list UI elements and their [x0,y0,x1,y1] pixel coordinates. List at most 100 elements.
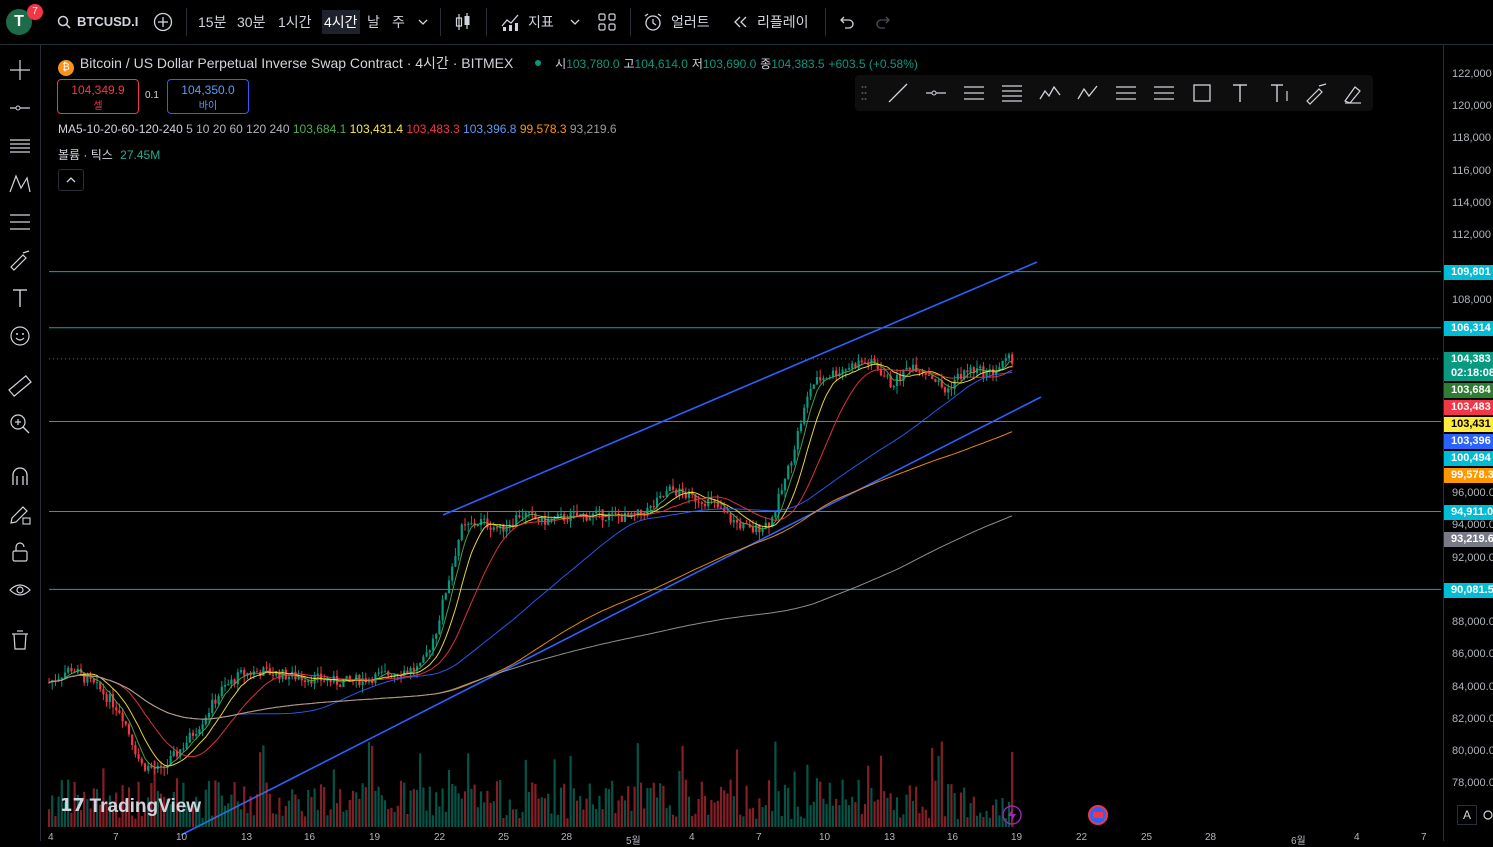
ma-legend[interactable]: MA5-10-20-60-120-240 5 10 20 60 120 240 … [58,122,617,136]
candle-body [793,449,796,463]
parallel-lines-icon[interactable] [7,133,33,159]
text-size-icon[interactable] [1268,81,1292,105]
fib-retracement-icon[interactable] [1000,81,1024,105]
fib-icon[interactable] [7,209,33,235]
replay-icon[interactable] [732,15,748,29]
indicators-icon[interactable] [501,12,521,32]
magnet-icon[interactable] [7,463,33,489]
volume-bar [591,804,595,827]
interval-week[interactable]: 주 [392,10,405,34]
collapse-legend-button[interactable] [58,169,84,191]
tradingview-watermark[interactable]: 17 TradingView [60,795,201,819]
chevron-down-icon[interactable] [418,18,428,26]
volume-bar [899,817,902,827]
trash-icon[interactable] [7,627,33,653]
indicators-button[interactable]: 지표 [528,10,554,34]
interval-1h[interactable]: 1시간 [278,10,312,34]
volume-bar [598,795,601,827]
separator [486,8,487,36]
volume-bar [799,816,803,827]
lock-icon[interactable] [7,539,33,565]
volume-bar [483,802,486,827]
volume-bar [595,808,598,827]
channel-icon[interactable] [1114,81,1138,105]
chevron-down-icon[interactable] [570,18,580,26]
rectangle-icon[interactable] [1190,81,1214,105]
highlighter-icon[interactable] [1341,81,1365,105]
parallel-channel-icon[interactable] [962,81,986,105]
alert-clock-icon[interactable] [643,12,663,32]
symbol-title: Bitcoin / US Dollar Perpetual Inverse Sw… [79,55,514,71]
volume-bar [367,742,371,827]
candle-body [678,488,681,496]
undo-icon[interactable] [838,14,854,30]
candle-body [441,599,444,621]
eye-icon[interactable] [7,577,33,603]
interval-15m[interactable]: 15분 [198,10,226,34]
text-icon[interactable] [7,285,33,311]
search-icon[interactable] [57,15,71,29]
us-flag-event-icon[interactable] [1088,805,1108,825]
volume-bar [524,759,527,827]
auto-scale-button[interactable]: A [1457,805,1477,825]
candle-body [495,527,499,529]
volume-bar [931,747,934,827]
volume-bar [636,743,639,827]
abc-pattern-icon[interactable] [1076,81,1100,105]
interval-day[interactable]: 날 [367,10,380,34]
volume-bar [959,792,963,827]
candle-body [815,377,819,385]
volume-bar [735,749,739,827]
alert-button[interactable]: 얼러트 [671,10,710,34]
drag-handle-icon[interactable] [861,85,867,101]
candle-body [60,677,63,680]
add-symbol-icon[interactable] [153,12,173,32]
candle-body [524,512,527,517]
settings-icon[interactable] [1478,806,1493,824]
emoji-icon[interactable] [7,323,33,349]
crosshair-icon[interactable] [7,57,33,83]
pencil-lock-icon[interactable] [7,501,33,527]
price-chart[interactable] [41,45,1441,841]
redo-icon[interactable] [876,14,892,30]
price-axis[interactable]: 122,000 120,000 118,000 116,000 114,000 112,0… [1443,45,1493,841]
candle-body [223,684,227,687]
candle-type-icon[interactable] [454,12,472,32]
volume-bar [249,796,252,827]
interval-4h[interactable]: 4시간 [322,10,360,34]
pattern-icon[interactable] [7,171,33,197]
position-icon[interactable] [1152,81,1176,105]
volume-bar [540,797,543,827]
lightning-event-icon[interactable] [1002,805,1022,825]
volume-legend[interactable]: 볼륨 · 틱스 27.45M [58,146,160,163]
candle-body [172,751,175,756]
sell-button[interactable]: 104,349.9 셀 [57,79,139,114]
time-axis-label: 25 [498,832,510,843]
ohlc-open-label: 시 [555,57,567,71]
price-axis-tag: 106,314 [1444,321,1493,336]
time-axis[interactable]: 4 7 10 13 16 19 22 25 28 5월 4 7 10 13 16 19 22 25 28 6월 4 7 [41,832,1443,847]
brush-icon[interactable] [7,247,33,273]
candle-body [931,375,934,379]
layout-grid-icon[interactable] [598,13,616,31]
volume-bar [969,803,972,827]
interval-30m[interactable]: 30분 [237,10,265,34]
time-axis-label: 19 [1011,832,1023,843]
horizontal-line-icon[interactable] [924,81,948,105]
volume-bar [966,817,969,827]
buy-button[interactable]: 104,350.0 바이 [167,79,249,114]
replay-button[interactable]: 리플레이 [757,10,809,34]
volume-label: 볼륨 · 틱스 [58,148,113,162]
volume-bar [601,809,604,827]
text-tool-icon[interactable] [1228,81,1252,105]
channel-lower-line [180,396,1042,836]
symbol-search[interactable]: BTCUSD.I [77,10,138,34]
trend-line-icon[interactable] [886,81,910,105]
zoom-in-icon[interactable] [7,411,33,437]
elliott-wave-icon[interactable] [1038,81,1062,105]
horizontal-ray-icon[interactable] [7,95,33,121]
brush-tool-icon[interactable] [1304,81,1328,105]
volume-bar [623,800,627,827]
candle-body [726,512,729,514]
ruler-icon[interactable] [7,373,33,399]
